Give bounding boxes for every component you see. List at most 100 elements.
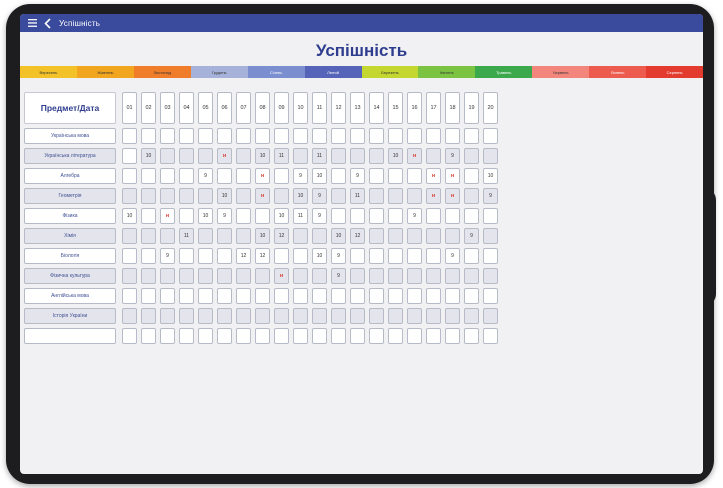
grade-cell[interactable]	[293, 308, 308, 324]
grade-cell[interactable]	[464, 168, 479, 184]
grade-cell[interactable]: 9	[445, 248, 460, 264]
grade-cell[interactable]: 9	[198, 168, 213, 184]
grade-cell[interactable]	[293, 248, 308, 264]
grade-cell[interactable]	[483, 248, 498, 264]
tab-month[interactable]: Липень	[589, 66, 647, 78]
grade-cell[interactable]	[122, 288, 137, 304]
grade-cell[interactable]: 11	[274, 148, 289, 164]
grade-cell[interactable]	[179, 128, 194, 144]
tab-month[interactable]: Жовтень	[76, 66, 134, 78]
grade-cell[interactable]	[236, 188, 251, 204]
subject-label[interactable]: Українська література	[24, 148, 116, 164]
grade-cell[interactable]	[445, 128, 460, 144]
grade-cell[interactable]: 9	[160, 248, 175, 264]
grade-cell[interactable]	[179, 188, 194, 204]
grade-cell[interactable]	[179, 208, 194, 224]
subject-label[interactable]: Англійська мова	[24, 288, 116, 304]
tab-month[interactable]: Березень	[361, 66, 419, 78]
grade-cell[interactable]	[160, 128, 175, 144]
grade-cell[interactable]: 10	[198, 208, 213, 224]
grade-cell[interactable]	[388, 268, 403, 284]
grade-cell[interactable]	[483, 308, 498, 324]
grade-cell[interactable]	[483, 288, 498, 304]
back-arrow-icon[interactable]	[44, 17, 54, 29]
grade-cell[interactable]: 10	[312, 168, 327, 184]
grade-cell[interactable]	[464, 268, 479, 284]
grade-cell[interactable]: 10	[274, 208, 289, 224]
grade-cell[interactable]: 9	[331, 248, 346, 264]
grade-cell[interactable]	[274, 308, 289, 324]
subject-label[interactable]: Історія України	[24, 308, 116, 324]
grade-cell[interactable]: 9	[331, 268, 346, 284]
grade-cell[interactable]	[236, 148, 251, 164]
subject-label[interactable]: Геометрія	[24, 188, 116, 204]
grade-cell[interactable]	[141, 128, 156, 144]
grade-cell[interactable]	[369, 228, 384, 244]
grade-cell[interactable]: 9	[293, 168, 308, 184]
grade-cell[interactable]	[160, 268, 175, 284]
grade-cell[interactable]: 9	[350, 168, 365, 184]
grade-cell[interactable]	[388, 328, 403, 344]
grade-cell[interactable]	[122, 168, 137, 184]
subject-label[interactable]: Біологія	[24, 248, 116, 264]
grade-cell[interactable]	[160, 328, 175, 344]
menu-icon[interactable]	[26, 17, 38, 29]
grade-cell[interactable]: 10	[217, 188, 232, 204]
grade-cell[interactable]	[236, 308, 251, 324]
grade-cell[interactable]: н	[217, 148, 232, 164]
grade-cell[interactable]	[141, 288, 156, 304]
grade-cell[interactable]	[179, 328, 194, 344]
subject-label[interactable]: Хімія	[24, 228, 116, 244]
grade-cell[interactable]	[350, 288, 365, 304]
tab-month[interactable]: Травень	[475, 66, 533, 78]
grade-cell[interactable]	[426, 148, 441, 164]
grade-cell[interactable]	[217, 248, 232, 264]
subject-label[interactable]	[24, 328, 116, 344]
grade-cell[interactable]	[331, 148, 346, 164]
grade-cell[interactable]	[407, 128, 422, 144]
grade-cell[interactable]	[274, 248, 289, 264]
grade-cell[interactable]	[236, 228, 251, 244]
grade-cell[interactable]	[141, 308, 156, 324]
tab-month[interactable]: Серпень	[646, 66, 703, 78]
grade-cell[interactable]	[312, 308, 327, 324]
grade-cell[interactable]	[350, 328, 365, 344]
grade-cell[interactable]	[274, 168, 289, 184]
grade-cell[interactable]: 12	[350, 228, 365, 244]
grade-cell[interactable]	[198, 328, 213, 344]
grade-cell[interactable]	[445, 228, 460, 244]
grade-cell[interactable]	[426, 208, 441, 224]
grade-cell[interactable]	[426, 248, 441, 264]
grade-cell[interactable]	[464, 188, 479, 204]
grade-cell[interactable]: 10	[122, 208, 137, 224]
grade-cell[interactable]	[369, 168, 384, 184]
grade-cell[interactable]	[388, 168, 403, 184]
grade-cell[interactable]	[388, 208, 403, 224]
grade-cell[interactable]	[236, 268, 251, 284]
grade-cell[interactable]	[274, 188, 289, 204]
grade-cell[interactable]	[445, 288, 460, 304]
grade-cell[interactable]	[122, 148, 137, 164]
grade-cell[interactable]	[426, 128, 441, 144]
grade-cell[interactable]: 9	[483, 188, 498, 204]
grade-cell[interactable]	[350, 248, 365, 264]
grade-cell[interactable]	[483, 208, 498, 224]
grade-cell[interactable]	[122, 228, 137, 244]
grade-cell[interactable]	[312, 228, 327, 244]
grade-cell[interactable]	[483, 268, 498, 284]
grade-cell[interactable]	[198, 308, 213, 324]
grade-cell[interactable]	[331, 208, 346, 224]
grade-cell[interactable]	[369, 308, 384, 324]
grade-cell[interactable]	[255, 288, 270, 304]
grade-cell[interactable]: 12	[236, 248, 251, 264]
grade-cell[interactable]	[179, 288, 194, 304]
grade-cell[interactable]	[407, 168, 422, 184]
grade-cell[interactable]: н	[407, 148, 422, 164]
grade-cell[interactable]: 10	[255, 148, 270, 164]
grade-cell[interactable]	[407, 308, 422, 324]
grade-cell[interactable]	[255, 128, 270, 144]
subject-label[interactable]: Фізична культура	[24, 268, 116, 284]
grade-cell[interactable]	[293, 268, 308, 284]
grade-cell[interactable]	[198, 248, 213, 264]
grade-cell[interactable]	[160, 288, 175, 304]
